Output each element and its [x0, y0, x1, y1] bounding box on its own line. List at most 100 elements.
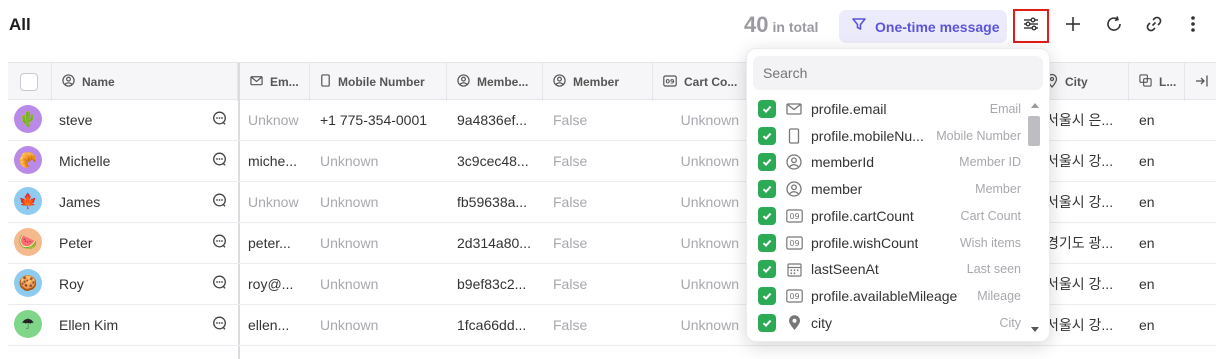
column-option[interactable]: member Member: [747, 176, 1027, 202]
lang-cell: en: [1139, 235, 1155, 251]
cart-cell: Unknown: [680, 194, 739, 210]
option-display-name: Mobile Number: [936, 128, 1021, 143]
user-circle-icon: [785, 153, 803, 171]
checked-checkbox[interactable]: [758, 260, 776, 279]
chat-icon[interactable]: [212, 234, 227, 254]
member-id-cell: fb59638a...: [457, 194, 528, 210]
column-header-mobile[interactable]: Mobile Number: [310, 63, 447, 101]
select-all-cell: [8, 63, 52, 101]
column-option[interactable]: 09 profile.wishCount Wish items: [747, 230, 1027, 256]
total-count-label: in total: [772, 19, 819, 35]
column-header-cart-count[interactable]: 09 Cart Co...: [653, 63, 753, 101]
select-all-checkbox[interactable]: [20, 73, 38, 91]
user-name-cell[interactable]: Peter: [49, 223, 199, 263]
member-cell: False: [553, 317, 588, 333]
checked-checkbox[interactable]: [758, 126, 776, 145]
checked-checkbox[interactable]: [758, 100, 776, 118]
svg-text:09: 09: [789, 212, 799, 221]
column-option[interactable]: lastSeenAt Last seen: [747, 256, 1027, 282]
option-display-name: Mileage: [977, 288, 1021, 303]
user-circle-icon: [62, 74, 75, 90]
avatar: 🍪: [14, 269, 42, 297]
dropdown-scroll-thumb[interactable]: [1028, 116, 1040, 146]
column-label: Mobile Number: [338, 75, 425, 89]
column-settings-button[interactable]: [1013, 9, 1049, 43]
column-option[interactable]: profile.mobileNu... Mobile Number: [747, 123, 1027, 149]
svg-text:09: 09: [789, 292, 799, 301]
mail-icon: [785, 100, 803, 118]
user-name-cell[interactable]: James: [49, 182, 199, 222]
phone-icon: [320, 74, 331, 90]
svg-text:09: 09: [789, 239, 799, 248]
option-display-name: Wish items: [959, 235, 1021, 250]
user-name-cell[interactable]: Roy: [49, 264, 199, 304]
option-display-name: Member: [975, 182, 1021, 197]
column-option[interactable]: profile.email Email: [747, 96, 1027, 122]
column-header-language[interactable]: L...: [1129, 63, 1185, 101]
column-header-member[interactable]: Member: [543, 63, 653, 101]
member-id-cell: 2d314a80...: [457, 235, 531, 251]
column-option[interactable]: city City: [747, 310, 1027, 336]
column-option[interactable]: 09 profile.cartCount Cart Count: [747, 203, 1027, 229]
mobile-cell: Unknown: [320, 317, 379, 333]
copy-link-button[interactable]: [1136, 9, 1172, 43]
column-header-name[interactable]: Name: [52, 63, 238, 101]
checked-checkbox[interactable]: [758, 180, 776, 199]
user-name-cell[interactable]: steve: [49, 100, 199, 140]
column-option[interactable]: memberId Member ID: [747, 149, 1027, 175]
column-label: Cart Co...: [684, 75, 738, 89]
chat-icon[interactable]: [212, 111, 227, 131]
email-cell: roy@...: [248, 276, 294, 292]
cart-cell: Unknown: [680, 153, 739, 169]
lang-cell: en: [1139, 317, 1155, 333]
one-time-message-filter-button[interactable]: One-time message: [839, 10, 1007, 43]
email-cell: peter...: [248, 235, 291, 251]
option-display-name: City: [999, 315, 1021, 330]
column-option[interactable]: 09 profile.availableMileage Mileage: [747, 283, 1027, 309]
email-cell: miche...: [248, 153, 298, 169]
column-header-email[interactable]: Em...: [238, 63, 310, 101]
user-name-cell[interactable]: Ellen Kim: [49, 305, 199, 345]
chat-icon[interactable]: [212, 152, 227, 172]
sliders-icon: [1022, 15, 1040, 38]
collapse-columns-button[interactable]: [1185, 63, 1216, 101]
lang-cell: en: [1139, 112, 1155, 128]
phone-icon: [785, 127, 803, 145]
refresh-button[interactable]: [1096, 9, 1132, 43]
chat-icon[interactable]: [212, 316, 227, 336]
member-id-cell: 3c9cec48...: [457, 153, 529, 169]
option-display-name: Member ID: [959, 155, 1021, 170]
checked-checkbox[interactable]: [758, 206, 776, 225]
chat-icon[interactable]: [212, 275, 227, 295]
number-icon: 09: [785, 287, 803, 305]
checked-checkbox[interactable]: [758, 313, 776, 332]
scroll-up-icon[interactable]: [1031, 103, 1039, 108]
number-icon: 09: [785, 207, 803, 225]
option-display-name: Cart Count: [960, 208, 1021, 223]
scroll-down-icon[interactable]: [1031, 327, 1039, 332]
option-key: memberId: [811, 154, 875, 171]
avatar: 🍉: [14, 228, 42, 256]
email-cell: ellen...: [248, 317, 290, 333]
cart-cell: Unknown: [680, 235, 739, 251]
checked-checkbox[interactable]: [758, 286, 776, 305]
add-button[interactable]: [1055, 9, 1091, 43]
member-id-cell: b9ef83c2...: [457, 276, 527, 292]
cart-cell: Unknown: [680, 276, 739, 292]
language-icon: [1139, 74, 1152, 90]
more-options-button[interactable]: [1175, 9, 1211, 43]
checked-checkbox[interactable]: [758, 153, 776, 172]
user-name-cell[interactable]: Michelle: [49, 141, 199, 181]
more-vertical-icon: [1190, 15, 1196, 38]
mobile-cell: Unknown: [320, 153, 379, 169]
checked-checkbox[interactable]: [758, 233, 776, 252]
member-cell: False: [553, 276, 588, 292]
option-key: profile.availableMileage: [811, 287, 958, 304]
number-icon: 09: [663, 74, 677, 90]
option-key: profile.wishCount: [811, 234, 919, 251]
chat-icon[interactable]: [212, 193, 227, 213]
column-label: L...: [1159, 75, 1177, 89]
option-display-name: Last seen: [966, 262, 1021, 277]
column-search-input[interactable]: [753, 56, 1043, 90]
column-header-member-id[interactable]: Membe...: [447, 63, 543, 101]
